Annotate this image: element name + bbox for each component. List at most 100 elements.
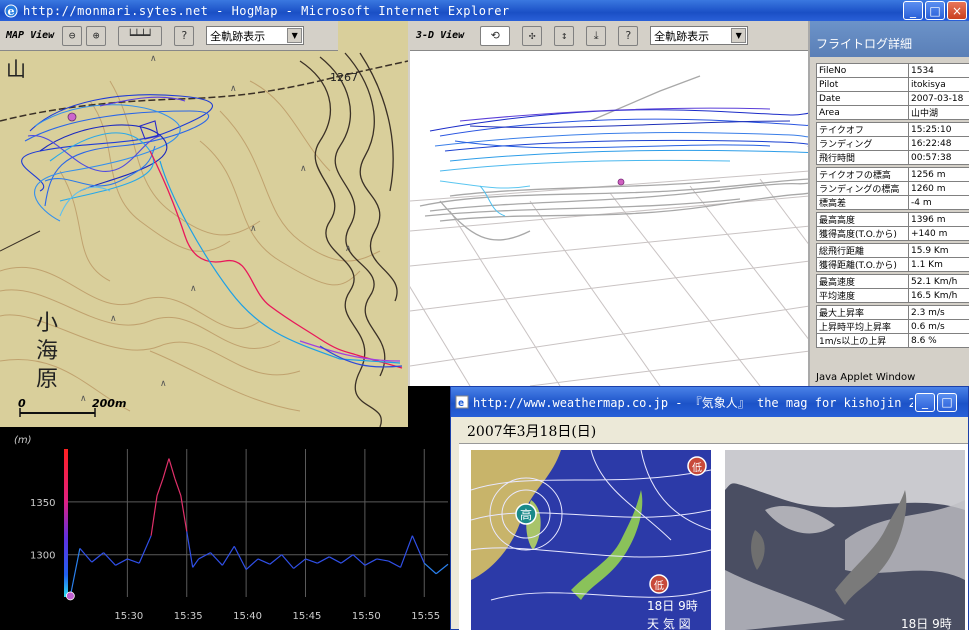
popup-maximize-button[interactable]: □ [937,392,957,412]
topographic-map[interactable]: 1267 ∧ ∧ ∧ ∧ ∧ ∧ ∧ ∧ ∧ [0,21,408,427]
pan-button[interactable]: ✣ [522,25,543,46]
ruler-icon: ┕┷┷┙ [126,29,154,42]
svg-text:∧: ∧ [250,224,257,234]
popup-titlebar: e http://www.weathermap.co.jp - 『気象人』 th… [451,387,968,417]
3d-track-canvas[interactable] [410,21,808,386]
scale-tool-button[interactable]: ┕┷┷┙ [118,25,163,46]
rotate-icon: ⟲ [490,29,500,42]
help-icon: ? [180,29,188,42]
flight-log-key: テイクオフ [816,122,909,137]
help-3d-button[interactable]: ? [618,25,639,46]
flight-log-row: テイクオフ 15:25:10 [816,122,969,137]
flight-log-value: 2007-03-18 [908,91,969,106]
y-tick-label: 1350 [30,498,55,509]
altitude-line-segment [352,554,366,566]
maximize-button[interactable]: □ [925,1,945,20]
flight-log-value: 16.5 Km/h [908,288,969,303]
3d-view-panel[interactable]: 3-D View ⟲ ✣ ↕ ⤓ ? 全軌跡表示 ▼ [408,21,808,386]
flight-log-value: 1.1 Km [908,257,969,272]
flight-log-row: 総飛行距離 15.9 Km [816,243,969,258]
altitude-line-segment [162,458,170,479]
flight-log-row: Pilot itokisya [816,77,969,92]
flight-log-row: 獲得距離(T.O.から) 1.1 Km [816,257,969,272]
flight-log-row: 獲得高度(T.O.から) +140 m [816,226,969,241]
flight-log-value: 1534 [908,63,969,78]
altitude-line-segment [435,563,449,575]
current-position-marker[interactable] [65,591,75,601]
chevron-down-icon[interactable]: ▼ [731,28,747,43]
rotate-button[interactable]: ⟲ [480,25,511,46]
flight-log-row: ランディング 16:22:48 [816,136,969,151]
minimize-button[interactable]: _ [903,1,923,20]
satellite-image[interactable]: 18日 9時 [725,450,965,630]
map-label-place3: 原 [36,367,59,392]
flight-log-key: 標高差 [816,195,909,210]
3d-track-select-value: 全軌跡表示 [654,29,710,43]
scale-distance: 200m [92,397,127,410]
descend-button[interactable]: ⤓ [586,25,607,46]
altitude-line-segment [91,552,105,563]
map-view-label: MAP View [6,30,55,41]
high-pressure-label: 高 [520,507,532,522]
flight-log-value: 16:22:48 [908,136,969,151]
altitude-line-segment [257,558,271,565]
help-button[interactable]: ? [174,25,195,46]
altitude-line-segment [168,458,176,479]
weather-date: 2007年3月18日(日) [467,424,597,440]
tilt-button[interactable]: ↕ [554,25,575,46]
zoom-in-button[interactable]: ⊕ [86,25,107,46]
altitude-line-segment [233,545,247,570]
map-track-select[interactable]: 全軌跡表示 ▼ [206,26,305,45]
altitude-line-segment [245,558,259,570]
flight-log-value: 2.3 m/s [908,305,969,320]
weather-popup-window[interactable]: e http://www.weathermap.co.jp - 『気象人』 th… [450,386,969,630]
close-button[interactable]: × [947,1,967,20]
map-view-panel[interactable]: 1267 ∧ ∧ ∧ ∧ ∧ ∧ ∧ ∧ ∧ 山 小 海 原 0 200m MAP View… [0,21,408,427]
flight-log-row: ランディングの標高 1260 m [816,181,969,196]
svg-text:∧: ∧ [150,54,157,64]
svg-text:∧: ∧ [230,84,237,94]
zoom-out-button[interactable]: ⊖ [62,25,83,46]
altitude-line-segment [340,554,354,564]
altitude-line-segment [317,556,330,564]
flight-log-key: テイクオフの標高 [816,167,909,182]
map-label-mountain: 山 [6,57,26,81]
altitude-line-segment [192,558,200,568]
altitude-line-segment [376,558,389,562]
chevron-down-icon[interactable]: ▼ [287,28,303,43]
altitude-color-scale [64,449,68,597]
flight-log-key: 1m/s以上の上昇 [816,333,909,348]
flight-log-value: 15.9 Km [908,243,969,258]
altitude-line-segment [180,495,188,532]
y-tick-label: 1300 [30,551,55,562]
x-tick-label: 15:50 [352,611,381,622]
scale-zero: 0 [18,397,26,410]
flight-log-row: 平均速度 16.5 Km/h [816,288,969,303]
flight-log-row: 最大上昇率 2.3 m/s [816,305,969,320]
altitude-line-segment [364,558,378,566]
weather-maps-area: 高 低 低 18日 9時 天 気 図 18日 9時 [459,443,968,630]
page-icon: e [455,395,469,409]
flight-log-row: Area 山中湖 [816,105,969,120]
weather-chart-map[interactable]: 高 低 低 18日 9時 天 気 図 [471,450,711,630]
altitude-line-segment [115,558,128,566]
x-tick-label: 15:35 [174,611,203,622]
x-tick-label: 15:40 [233,611,262,622]
flight-log-value: 山中湖 [908,105,969,120]
altitude-line-segment [399,535,413,568]
flight-log-row: 最高高度 1396 m [816,212,969,227]
flight-log-value: -4 m [908,195,969,210]
window-title: http://monmari.sytes.net - HogMap - Micr… [23,3,510,18]
3d-track-select[interactable]: 全軌跡表示 ▼ [650,26,749,45]
chart-time-label: 18日 9時 [647,599,698,613]
flight-log-row: テイクオフの標高 1256 m [816,167,969,182]
move-icon: ✣ [528,29,536,42]
flight-log-key: FileNo [816,63,909,78]
altitude-line-segment [138,535,152,564]
low-pressure-label-1: 低 [692,461,702,474]
flight-log-heading: フライトログ詳細 [810,21,969,57]
popup-minimize-button[interactable]: _ [915,392,935,412]
altitude-chart: (m) 1350 1300 15:30 15:35 15:40 15:45 15:50 15:… [14,435,449,622]
svg-text:∧: ∧ [345,244,352,254]
altitude-line-segment [388,560,401,568]
